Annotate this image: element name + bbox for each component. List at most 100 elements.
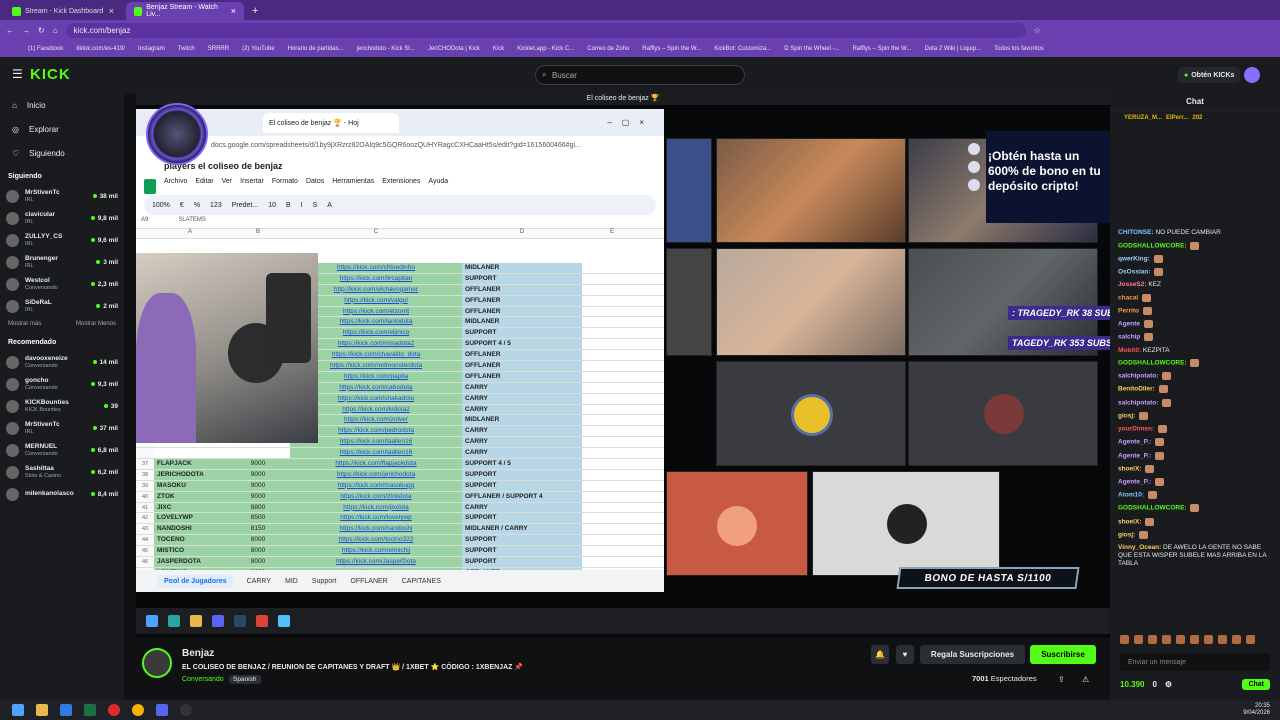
share-icon[interactable]: ⇪	[1058, 675, 1065, 684]
chat-username[interactable]: CHITONSE:	[1118, 229, 1154, 236]
sheet-url-field[interactable]: docs.google.com/spreadsheets/d/1by9jXRzr…	[136, 136, 664, 154]
language-badge[interactable]: Spanish	[229, 675, 261, 684]
player-role[interactable]: SUPPORT	[462, 535, 582, 546]
channel-item[interactable]: goncho Conversando 9,3 mil	[0, 373, 124, 395]
menu-item[interactable]: Datos	[306, 178, 324, 193]
row-number[interactable]: 45	[136, 546, 154, 557]
gift-subs-button[interactable]: Regala Suscripciones	[920, 645, 1025, 664]
player-role[interactable]: OFFLANER	[462, 371, 582, 382]
sheet-tab-1[interactable]: CARRY	[247, 578, 271, 585]
toolbar-item[interactable]: %	[194, 202, 200, 209]
sheet-tab-0[interactable]: Pool de Jugadores	[158, 574, 233, 588]
report-icon[interactable]: ⚠	[1082, 675, 1089, 684]
chat-username[interactable]: qwerKing:	[1118, 255, 1150, 262]
row-number[interactable]: 44	[136, 535, 154, 546]
player-link[interactable]: https://kick.com/laallen16	[290, 448, 462, 459]
player-mmr[interactable]: 8000	[226, 535, 290, 546]
bookmark-item[interactable]: D Spin the Wheel -...	[784, 46, 839, 52]
formula-value[interactable]: SLATEMS	[178, 217, 206, 228]
sheet-tab-3[interactable]: Support	[312, 578, 337, 585]
player-mmr[interactable]: 9000	[226, 491, 290, 502]
chat-username[interactable]: shoelX:	[1118, 518, 1141, 525]
column-header[interactable]: B	[226, 229, 290, 238]
channel-item[interactable]: Westcol Conversando 2,3 mil	[0, 273, 124, 295]
row-number[interactable]: 46	[136, 557, 154, 567]
player-name[interactable]: MISTICO	[154, 546, 226, 557]
player-mmr[interactable]: 9000	[226, 469, 290, 480]
player-role[interactable]: OFFLANER	[462, 295, 582, 306]
menu-icon[interactable]: ☰	[12, 67, 23, 81]
toolbar-item[interactable]: S	[313, 202, 318, 209]
kicks-balance[interactable]: 10.390	[1120, 680, 1144, 689]
stream-category[interactable]: Conversando	[182, 676, 224, 683]
sidebar-item-siguiendo[interactable]: ♡ Siguiendo	[0, 141, 124, 165]
player-name[interactable]: JIXC	[154, 502, 226, 513]
player-role[interactable]: SUPPORT	[462, 546, 582, 557]
chat-username[interactable]: Atom10:	[1118, 492, 1144, 499]
player-mmr[interactable]: 8800	[226, 502, 290, 513]
search-input[interactable]: ⌕ Buscar	[535, 65, 745, 85]
bookmark-item[interactable]: jerichodoto - Kick St...	[357, 46, 415, 52]
row-number[interactable]: 40	[136, 491, 154, 502]
player-role[interactable]: MIDLANER	[462, 415, 582, 426]
player-role[interactable]: CARRY	[462, 393, 582, 404]
player-link[interactable]: https://kick.com/flapjackdota	[290, 459, 462, 469]
star-icon[interactable]: ☆	[1034, 26, 1041, 35]
player-role[interactable]: SUPPORT	[462, 513, 582, 524]
chat-username[interactable]: Perrito	[1118, 308, 1139, 315]
menu-item[interactable]: Ver	[222, 178, 233, 193]
reload-icon[interactable]: ↻	[38, 26, 45, 35]
forward-icon[interactable]: →	[22, 26, 30, 35]
chat-username[interactable]: shoelX:	[1118, 466, 1141, 473]
window-controls[interactable]: –▢×	[607, 118, 654, 127]
player-role[interactable]: OFFLANER	[462, 284, 582, 295]
channel-item[interactable]: ZULLYY_CS IRL 9,6 mil	[0, 229, 124, 251]
player-role[interactable]: CARRY	[462, 437, 582, 448]
channel-item[interactable]: SiDeRaL IRL 2 mil	[0, 295, 124, 317]
chat-input[interactable]: Enviar un mensaje	[1120, 653, 1270, 671]
toolbar-item[interactable]: 100%	[152, 202, 170, 209]
player-role[interactable]: SUPPORT	[462, 273, 582, 284]
row-number[interactable]	[136, 448, 154, 459]
toolbar-item[interactable]: €	[180, 202, 184, 209]
player-role[interactable]: OFFLANER	[462, 306, 582, 317]
subscribe-button[interactable]: Suscribirse	[1030, 645, 1096, 664]
menu-item[interactable]: Ayuda	[428, 178, 448, 193]
player-role[interactable]: OFFLANER	[462, 350, 582, 361]
pinned-user[interactable]: YERUZA_M...	[1124, 115, 1162, 121]
player-name[interactable]: TOCENO	[154, 535, 226, 546]
player-name[interactable]: LOVELYWP	[154, 513, 226, 524]
toolbar-item[interactable]: B	[286, 202, 291, 209]
player-role[interactable]: CARRY	[462, 426, 582, 437]
channel-item[interactable]: MrStivenTc IRL 37 mil	[0, 417, 124, 439]
channel-item[interactable]: KICKBounties KICK Bounties 39	[0, 395, 124, 417]
player-role[interactable]: MIDLANER / CARRY	[462, 524, 582, 535]
chat-username[interactable]: OsOssian:	[1118, 269, 1151, 276]
toolbar-item[interactable]: I	[301, 202, 303, 209]
row-number[interactable]: 41	[136, 502, 154, 513]
avatar[interactable]	[1244, 67, 1260, 83]
bookmark-item[interactable]: Todos los favoritos	[994, 46, 1044, 52]
player-link[interactable]: https://kick.com/JasperDota	[290, 557, 462, 567]
channel-item[interactable]: clavicular IRL 9,8 mil	[0, 207, 124, 229]
chat-username[interactable]: salchipotato:	[1118, 373, 1158, 380]
chat-username[interactable]: JosseS2:	[1118, 281, 1147, 288]
player-link[interactable]: https://kick.com/ztokdota	[290, 491, 462, 502]
home-icon[interactable]: ⌂	[53, 26, 58, 35]
menu-item[interactable]: Formato	[272, 178, 298, 193]
follow-heart-button[interactable]: ♥	[896, 645, 914, 664]
column-header[interactable]: A	[154, 229, 226, 238]
player-role[interactable]: SUPPORT	[462, 469, 582, 480]
get-kicks-button[interactable]: ● Obtén KICKs	[1178, 67, 1241, 83]
player-link[interactable]: https://kick.com/tocino322	[290, 535, 462, 546]
pinned-user[interactable]: ElPerr...	[1166, 115, 1188, 121]
player-name[interactable]	[154, 448, 226, 458]
player-link[interactable]: https://kick.com/elmichij	[290, 546, 462, 557]
player-link[interactable]: https://kick.com/masokugg	[290, 480, 462, 491]
player-name[interactable]: MASOKU	[154, 480, 226, 491]
chat-username[interactable]: GODSHALLOWCORE:	[1118, 505, 1187, 512]
column-header[interactable]: C	[290, 229, 462, 238]
player-role[interactable]: CARRY	[462, 448, 582, 459]
sheet-tab[interactable]: El coliseo de benjaz 🏆 - Hoj	[263, 112, 399, 133]
chat-username[interactable]: salchip	[1118, 334, 1140, 341]
